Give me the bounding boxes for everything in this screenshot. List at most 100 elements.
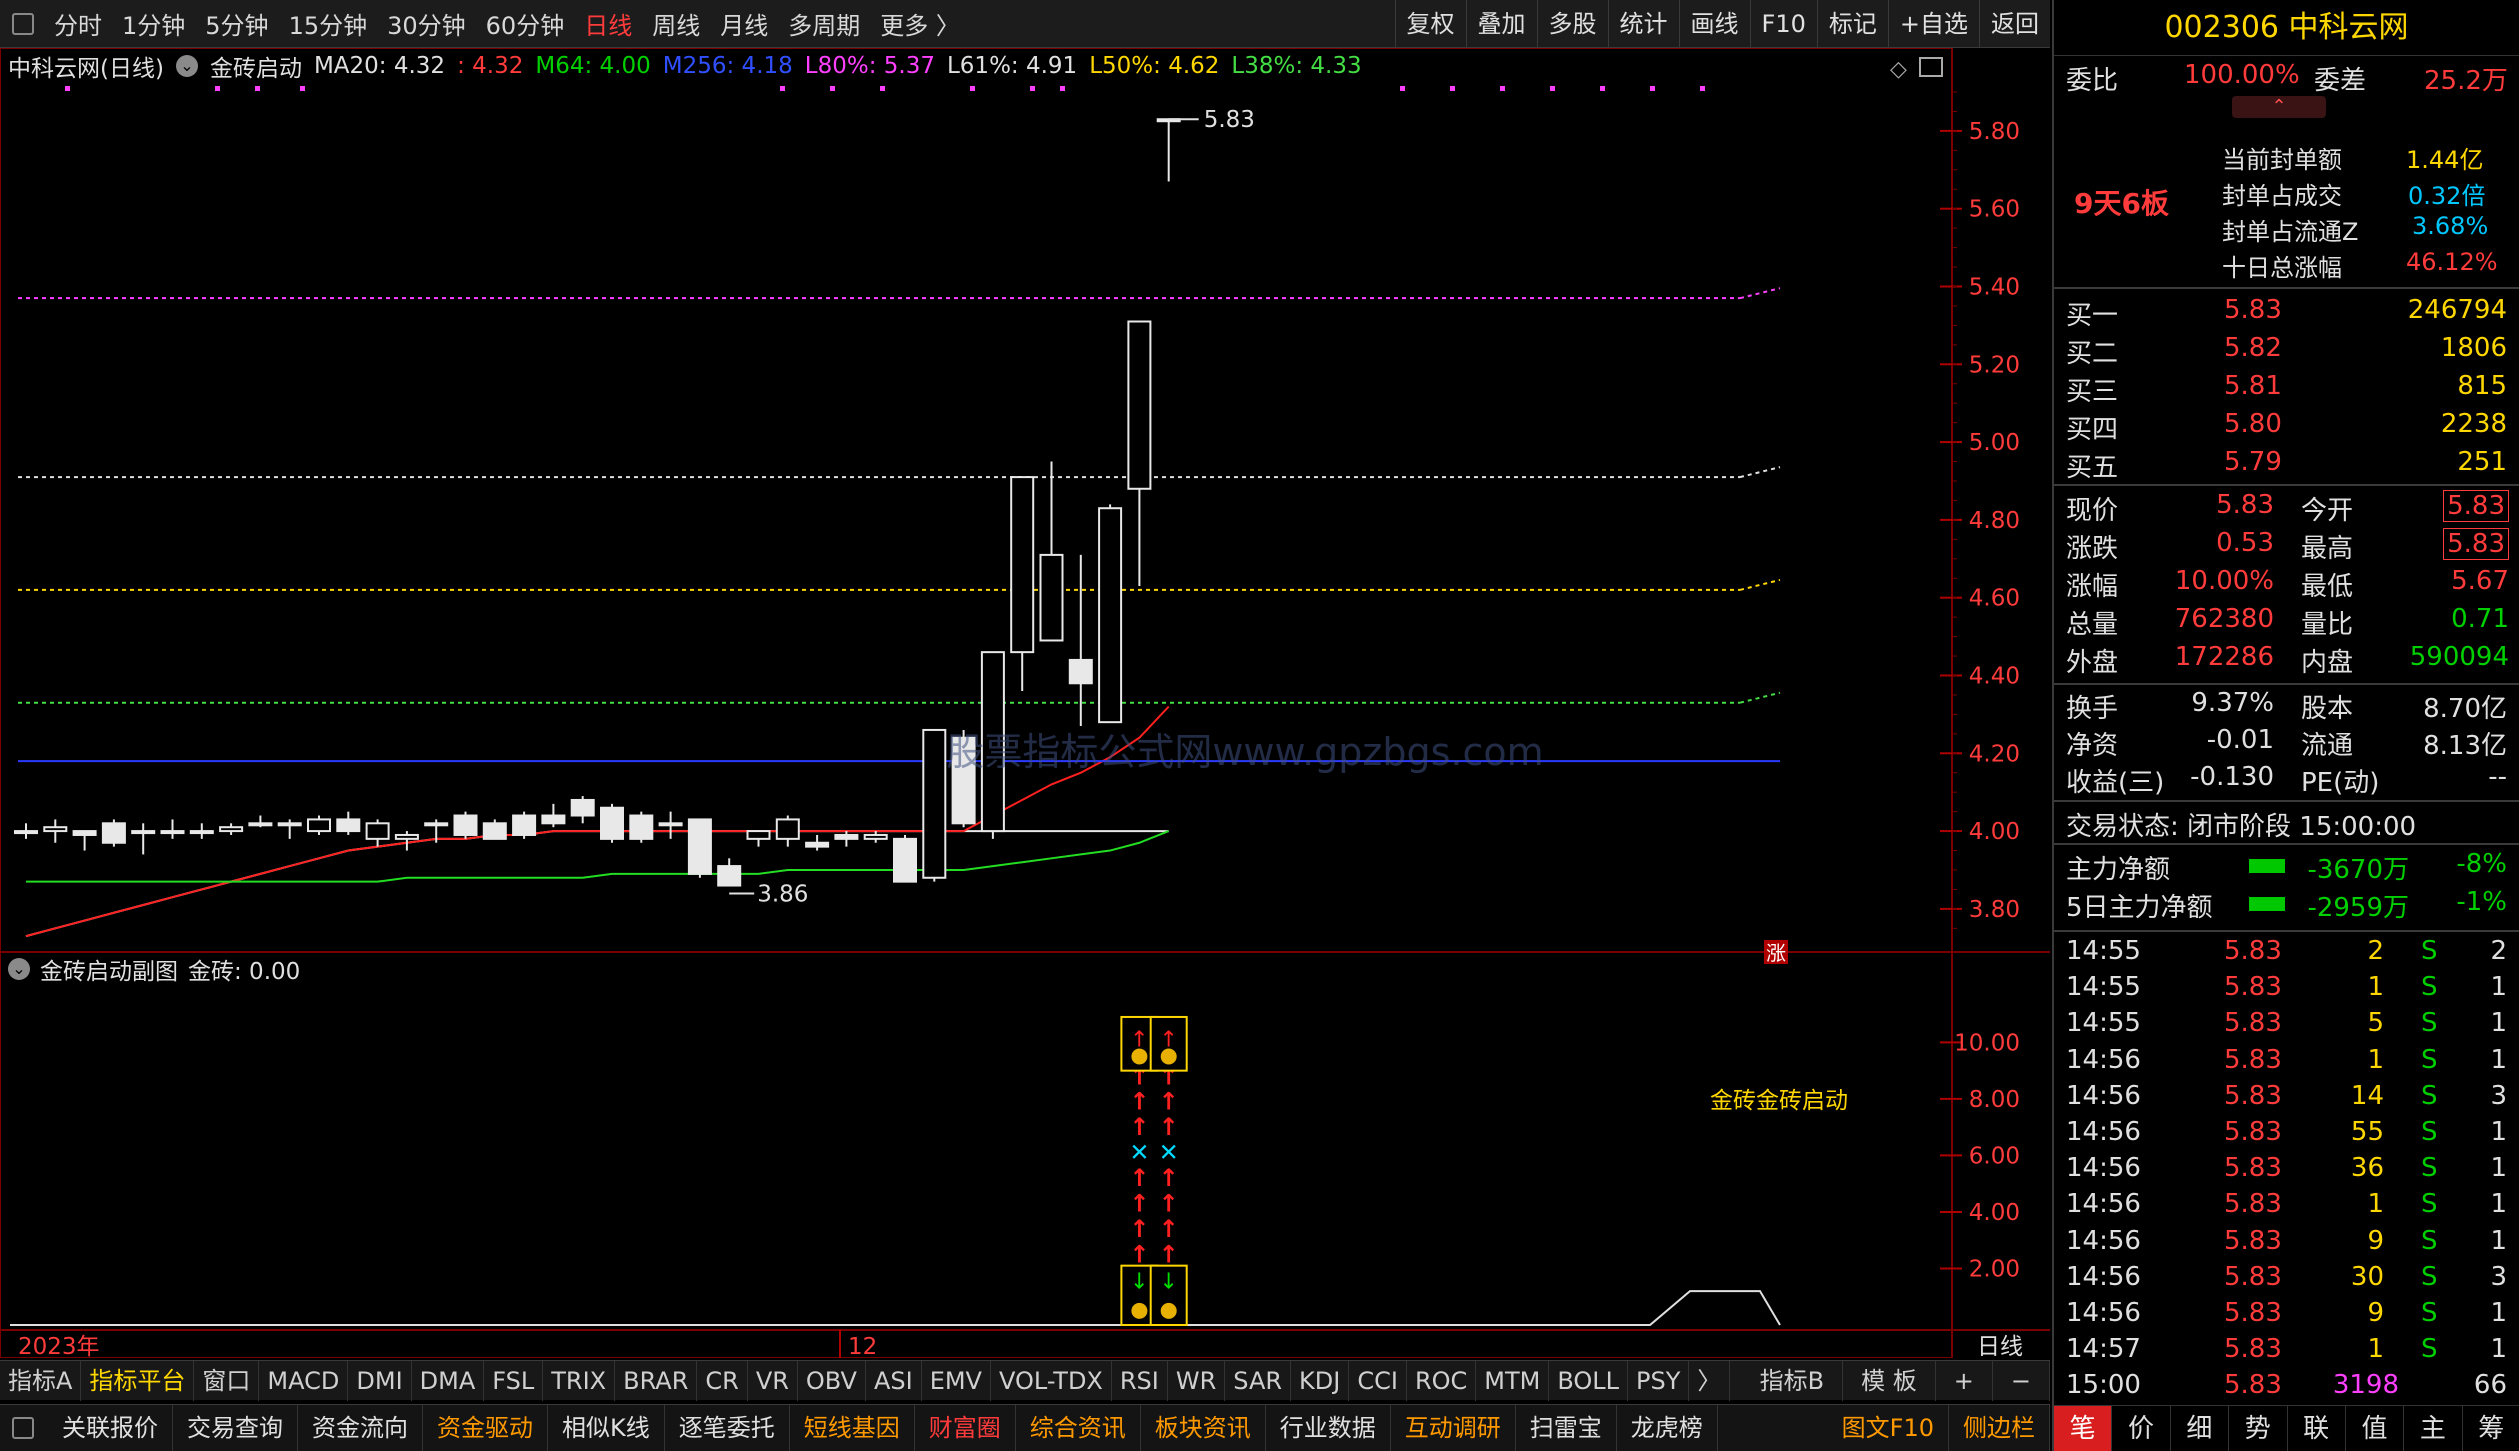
sub-indicator-dropdown-icon[interactable]: ⌄ [8, 958, 30, 980]
candle-body[interactable] [160, 830, 185, 835]
candle-body[interactable] [570, 798, 595, 817]
panel-tab[interactable]: 细 [2171, 1406, 2230, 1451]
panel-tab[interactable]: 筹 [2463, 1406, 2519, 1451]
window-icon[interactable] [1919, 57, 1943, 77]
toolbar-button[interactable]: 统计 [1607, 0, 1679, 48]
period-tab[interactable]: 周线 [652, 6, 700, 41]
indicator-tab[interactable]: CCI [1349, 1360, 1407, 1401]
indicator-tab[interactable]: 〉 [1689, 1360, 1731, 1401]
function-tab[interactable]: 龙虎榜 [1617, 1404, 1718, 1451]
candle-body[interactable] [922, 728, 947, 879]
candle-body[interactable] [893, 837, 917, 883]
candle-body[interactable] [805, 841, 830, 848]
candle-body[interactable] [219, 826, 244, 833]
candle-body[interactable] [1010, 476, 1035, 654]
indicator-tab[interactable]: MTM [1476, 1360, 1550, 1401]
candle-body[interactable] [248, 822, 273, 827]
candle-body[interactable] [600, 806, 624, 840]
period-tab[interactable]: 60分钟 [486, 6, 565, 41]
candle-body[interactable] [277, 822, 302, 827]
function-tab[interactable]: 综合资讯 [1016, 1404, 1141, 1451]
indicator-tab[interactable]: ASI [866, 1360, 922, 1401]
indicator-tab[interactable]: 指标A [0, 1360, 82, 1401]
indicator-tab[interactable]: KDJ [1291, 1360, 1350, 1401]
period-tab[interactable]: 30分钟 [387, 6, 466, 41]
toolbar-button[interactable]: 画线 [1678, 0, 1750, 48]
candle-body[interactable] [1039, 553, 1064, 642]
kline-chart[interactable]: 5.80 5.60 5.40 5.20 5.00 4.80 4.60 4.40 4.20 4.00… [0, 48, 2050, 1358]
candle-body[interactable] [101, 822, 126, 844]
period-tab[interactable]: 月线 [720, 6, 768, 41]
indicator-tab[interactable]: BOLL [1549, 1360, 1629, 1401]
indicator-right-button[interactable]: 模 板 [1843, 1361, 1936, 1401]
candle-body[interactable] [307, 818, 331, 833]
candle-body[interactable] [43, 826, 68, 833]
toolbar-button[interactable]: +自选 [1887, 0, 1979, 48]
indicator-tab[interactable]: TRIX [543, 1360, 616, 1401]
function-tab[interactable]: 短线基因 [790, 1404, 915, 1451]
indicator-tab[interactable]: SAR [1225, 1360, 1292, 1401]
period-tab[interactable]: 更多 〉 [880, 6, 960, 41]
function-tab[interactable]: 资金流向 [298, 1404, 423, 1451]
indicator-tab[interactable]: VR [748, 1360, 798, 1401]
period-tab[interactable]: 多周期 [788, 6, 860, 41]
indicator-tab[interactable]: FSL [484, 1360, 544, 1401]
indicator-tab[interactable]: ROC [1407, 1360, 1477, 1401]
period-tab[interactable]: 分时 [54, 6, 102, 41]
candle-body[interactable] [131, 830, 156, 835]
indicator-tab[interactable]: MACD [259, 1360, 349, 1401]
indicator-tab[interactable]: DMI [348, 1360, 412, 1401]
candle-body[interactable] [394, 833, 419, 840]
indicator-tab[interactable]: CR [697, 1360, 748, 1401]
funcbar-toggle-icon[interactable] [12, 1417, 34, 1439]
candle-body[interactable] [863, 833, 888, 840]
period-tab[interactable]: 日线 [584, 6, 632, 41]
indicator-right-button[interactable]: 指标B [1742, 1361, 1844, 1401]
menu-toggle-icon[interactable] [12, 12, 34, 35]
toolbar-button[interactable]: 复权 [1394, 0, 1466, 48]
candle-body[interactable] [541, 814, 566, 825]
function-tab[interactable]: 板块资讯 [1141, 1404, 1266, 1451]
candle-body[interactable] [1068, 658, 1093, 685]
indicator-tab[interactable]: PSY [1628, 1360, 1690, 1401]
indicator-tab[interactable]: 指标平台 [81, 1360, 195, 1401]
period-tab[interactable]: 5分钟 [205, 6, 268, 41]
period-tab[interactable]: 15分钟 [289, 6, 368, 41]
indicator-tab[interactable]: 窗口 [194, 1360, 260, 1401]
indicator-tab[interactable]: VOL-TDX [991, 1360, 1112, 1401]
indicator-tab[interactable]: RSI [1112, 1360, 1168, 1401]
stock-code-title[interactable]: 002306 中科云网 [2054, 0, 2519, 56]
function-tab[interactable]: 关联报价 [48, 1404, 173, 1451]
candle-body[interactable] [189, 830, 214, 835]
function-tab[interactable]: 互动调研 [1391, 1404, 1516, 1451]
indicator-tab[interactable]: BRAR [615, 1360, 698, 1401]
candle-body[interactable] [834, 833, 859, 840]
period-tab[interactable]: 1分钟 [122, 6, 185, 41]
function-tab[interactable]: 资金驱动 [423, 1404, 548, 1451]
candle-body[interactable] [14, 830, 38, 835]
candle-body[interactable] [658, 822, 683, 827]
candle-body[interactable] [512, 814, 537, 836]
function-tab[interactable]: 财富圈 [915, 1404, 1016, 1451]
function-right-tab[interactable]: 侧边栏 [1949, 1405, 2050, 1451]
indicator-right-button[interactable]: − [1993, 1361, 2050, 1401]
indicator-tab[interactable]: DMA [412, 1360, 485, 1401]
sub-indicator-name[interactable]: 金砖启动副图 [40, 952, 178, 986]
toolbar-button[interactable]: 叠加 [1465, 0, 1537, 48]
candle-body[interactable] [482, 822, 507, 840]
function-tab[interactable]: 交易查询 [173, 1404, 298, 1451]
candle-body[interactable] [717, 865, 742, 887]
toolbar-button[interactable]: 多股 [1536, 0, 1608, 48]
function-tab[interactable]: 逐笔委托 [665, 1404, 790, 1451]
toolbar-button[interactable]: F10 [1749, 0, 1817, 48]
panel-tab[interactable]: 笔 [2054, 1406, 2113, 1451]
toolbar-button[interactable]: 返回 [1979, 0, 2050, 48]
panel-tab[interactable]: 主 [2404, 1406, 2463, 1451]
panel-tab[interactable]: 价 [2112, 1406, 2171, 1451]
toolbar-button[interactable]: 标记 [1816, 0, 1888, 48]
function-tab[interactable]: 相似K线 [548, 1404, 665, 1451]
indicator-right-button[interactable]: + [1936, 1361, 1993, 1401]
indicator-tab[interactable]: WR [1168, 1360, 1226, 1401]
panel-tab[interactable]: 联 [2288, 1406, 2346, 1451]
candle-body[interactable] [775, 818, 800, 840]
